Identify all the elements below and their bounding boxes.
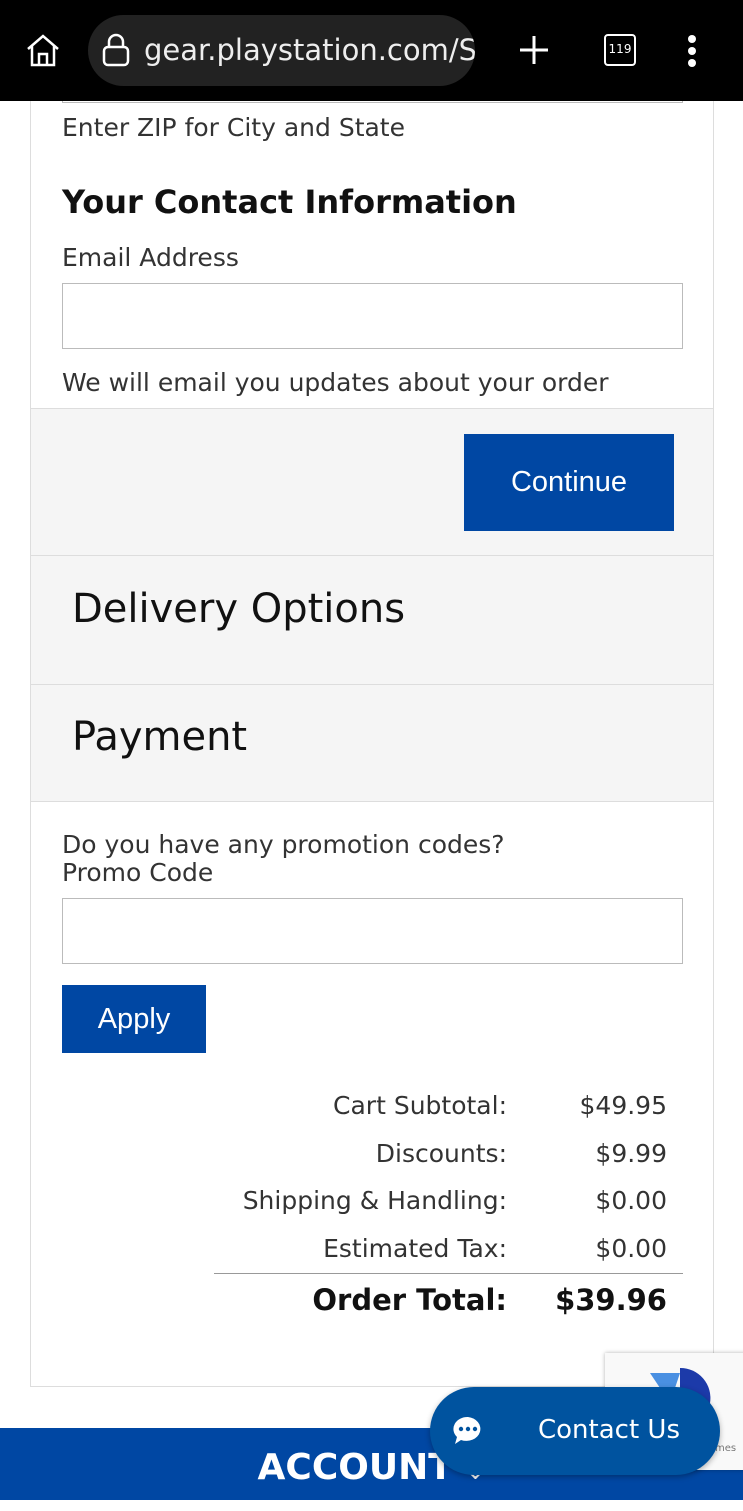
order-total-label: Order Total:: [312, 1283, 507, 1317]
promo-code-input[interactable]: [62, 898, 683, 964]
chat-icon: [453, 1416, 481, 1444]
contact-us-button[interactable]: Contact Us: [430, 1387, 720, 1475]
tab-count-button[interactable]: 119: [604, 34, 636, 66]
row-label: Shipping & Handling:: [242, 1186, 507, 1215]
apply-button[interactable]: Apply: [62, 985, 206, 1053]
continue-button[interactable]: Continue: [464, 434, 674, 531]
contact-us-label: Contact Us: [538, 1415, 680, 1445]
url-text: gear.playstation.com/S: [144, 33, 475, 67]
contact-heading: Your Contact Information: [62, 183, 517, 221]
lock-icon: [102, 33, 130, 67]
email-input[interactable]: [62, 283, 683, 349]
promo-question: Do you have any promotion codes?: [62, 830, 505, 859]
row-label: Cart Subtotal:: [333, 1091, 507, 1120]
account-label: ACCOUNT: [257, 1447, 453, 1488]
new-tab-icon[interactable]: [518, 34, 550, 66]
address-bar[interactable]: gear.playstation.com/S: [88, 15, 475, 86]
payment-section[interactable]: Payment: [31, 684, 713, 802]
row-value: $49.95: [579, 1091, 667, 1120]
totals-divider: [214, 1273, 683, 1274]
row-value: $0.00: [595, 1234, 667, 1263]
continue-section: Continue: [31, 408, 713, 556]
row-label: Estimated Tax:: [323, 1234, 507, 1263]
browser-toolbar: gear.playstation.com/S 119: [0, 0, 743, 101]
recaptcha-text: mes: [715, 1443, 737, 1454]
payment-heading: Payment: [72, 714, 248, 760]
email-label: Email Address: [62, 243, 239, 272]
home-icon[interactable]: [24, 32, 62, 68]
delivery-options-heading: Delivery Options: [72, 586, 406, 632]
promo-label: Promo Code: [62, 858, 214, 887]
delivery-options-section[interactable]: Delivery Options: [31, 555, 713, 685]
row-value: $0.00: [595, 1186, 667, 1215]
checkout-card: Enter ZIP for City and State Your Contac…: [30, 37, 714, 1387]
row-value: $9.99: [595, 1139, 667, 1168]
menu-icon[interactable]: [684, 34, 700, 68]
order-total-value: $39.96: [555, 1283, 667, 1317]
zip-hint: Enter ZIP for City and State: [62, 113, 405, 142]
row-label: Discounts:: [375, 1139, 507, 1168]
email-hint: We will email you updates about your ord…: [62, 368, 609, 397]
